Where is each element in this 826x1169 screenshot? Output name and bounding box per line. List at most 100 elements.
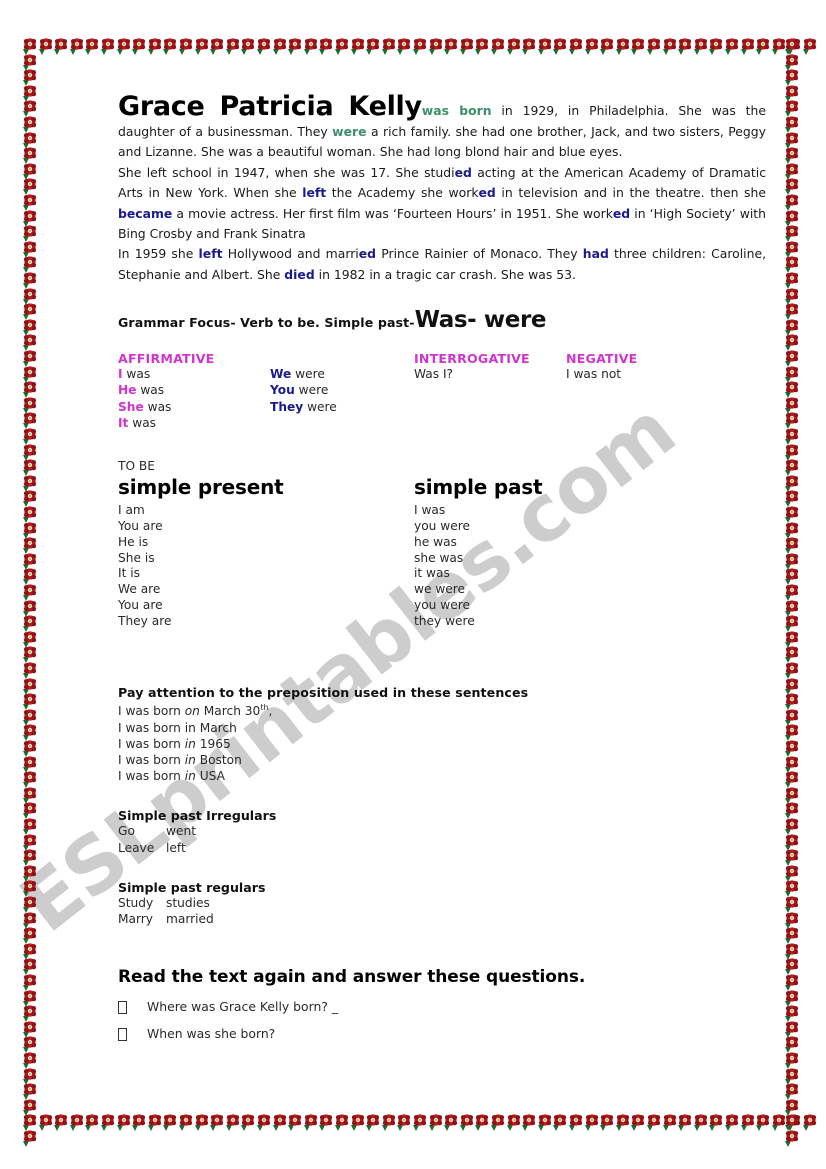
border-rose-icon (22, 724, 38, 746)
border-rose-icon (84, 38, 100, 60)
border-rose-icon (802, 38, 818, 60)
border-rose-icon (784, 1099, 800, 1121)
border-rose-icon (428, 1114, 444, 1136)
border-rose-icon (784, 911, 800, 934)
border-rose-icon (287, 38, 303, 60)
border-rose-icon (22, 787, 38, 809)
past-row: it was (414, 566, 450, 581)
border-rose-icon (318, 1114, 334, 1136)
question-item[interactable]: When was she born? (118, 1026, 766, 1042)
border-rose-icon (784, 412, 800, 434)
border-rose-icon (194, 1114, 210, 1136)
border-rose-icon (334, 38, 350, 60)
border-rose-icon (178, 38, 194, 60)
border-rose-icon (784, 865, 800, 887)
border-rose-icon (784, 1083, 800, 1105)
questions-list: Where was Grace Kelly born? _ When was sh… (118, 999, 766, 1042)
verb-row: Study studies (118, 895, 766, 911)
border-rose-icon (786, 38, 802, 60)
border-rose-icon (22, 568, 38, 590)
border-rose-icon (537, 1114, 553, 1136)
border-rose-icon (784, 849, 800, 871)
border-rose-icon (365, 38, 381, 60)
border-rose-icon (303, 38, 319, 60)
border-rose-icon (412, 1114, 428, 1136)
conjugation-row: They were (270, 399, 337, 415)
border-rose-icon (22, 85, 38, 107)
regulars-heading: Simple past regulars (118, 879, 266, 895)
border-rose-icon (22, 693, 38, 715)
border-rose-icon (194, 38, 210, 60)
border-rose-icon (784, 443, 800, 466)
border-rose-icon (22, 53, 38, 76)
present-row: They are (118, 613, 172, 628)
border-rose-icon (784, 537, 800, 559)
affirmative-column-2: . We wereYou wereThey were (270, 351, 337, 415)
border-rose-icon (784, 303, 800, 325)
border-rose-icon (784, 693, 800, 715)
grammar-focus-title: Was- were (414, 307, 547, 334)
border-rose-icon (443, 1114, 459, 1136)
border-rose-icon (646, 38, 662, 60)
border-rose-icon (38, 38, 54, 60)
question-item[interactable]: Where was Grace Kelly born? _ (118, 999, 766, 1015)
prepositions-heading: Pay attention to the preposition used in… (118, 685, 529, 701)
pronoun: He (118, 383, 137, 398)
border-rose-icon (69, 38, 85, 60)
border-rose-icon (615, 1114, 631, 1136)
conjugation-row: I was (118, 366, 214, 382)
interrogative-header: INTERROGATIVE (414, 351, 530, 367)
border-rose-icon (350, 1114, 366, 1136)
border-rose-icon (22, 256, 38, 278)
border-rose-icon (22, 225, 38, 247)
border-rose-icon (22, 350, 38, 372)
border-rose-icon (784, 1052, 800, 1074)
preposition-line: I was born in March (118, 720, 237, 735)
border-rose-icon (599, 38, 615, 60)
border-rose-icon (22, 116, 38, 138)
border-rose-icon (784, 459, 800, 481)
border-rose-icon (240, 1114, 256, 1136)
questions-heading: Read the text again and answer these que… (118, 967, 586, 988)
border-rose-icon (240, 38, 256, 60)
border-rose-icon (147, 38, 163, 60)
border-rose-icon (22, 475, 38, 497)
border-rose-icon (334, 1114, 350, 1136)
border-rose-icon (396, 38, 412, 60)
preposition-word: in (184, 736, 196, 751)
border-rose-icon (521, 1114, 537, 1136)
border-rose-icon (693, 1114, 709, 1136)
p2-g: in television and in the theatre. then s… (495, 185, 766, 201)
preposition-line: I was born on March 30th, (118, 703, 273, 719)
border-rose-icon (784, 100, 800, 122)
border-rose-icon (708, 1114, 724, 1136)
border-rose-icon (459, 1114, 475, 1136)
preposition-word: in (184, 752, 196, 767)
preposition-word: in (184, 769, 196, 784)
border-rose-icon (22, 865, 38, 887)
border-rose-icon (22, 38, 38, 60)
border-rose-icon (724, 38, 740, 60)
present-row: I am (118, 503, 145, 518)
border-rose-icon (784, 131, 800, 154)
border-rose-icon (22, 428, 38, 450)
conjugation-row: It was (118, 415, 214, 431)
conjugation-row: He was (118, 382, 214, 398)
border-rose-icon (131, 1114, 147, 1136)
border-rose-icon (784, 506, 800, 528)
verb-form: were (294, 383, 329, 398)
border-rose-icon (490, 38, 506, 60)
p2-e: the Academy she work (326, 185, 479, 201)
border-rose-icon (69, 1114, 85, 1136)
border-rose-icon (784, 1130, 800, 1152)
border-rose-icon (22, 381, 38, 403)
border-rose-icon (100, 1114, 116, 1136)
irregulars-section: Simple past Irregulars Go went Leave left (118, 808, 766, 855)
border-rose-icon (22, 490, 38, 512)
border-rose-icon (784, 833, 800, 856)
border-rose-icon (784, 568, 800, 590)
border-rose-icon (784, 771, 800, 793)
border-rose-icon (784, 178, 800, 200)
border-rose-icon (784, 147, 800, 169)
negative-column: NEGATIVE I was not (566, 351, 637, 382)
